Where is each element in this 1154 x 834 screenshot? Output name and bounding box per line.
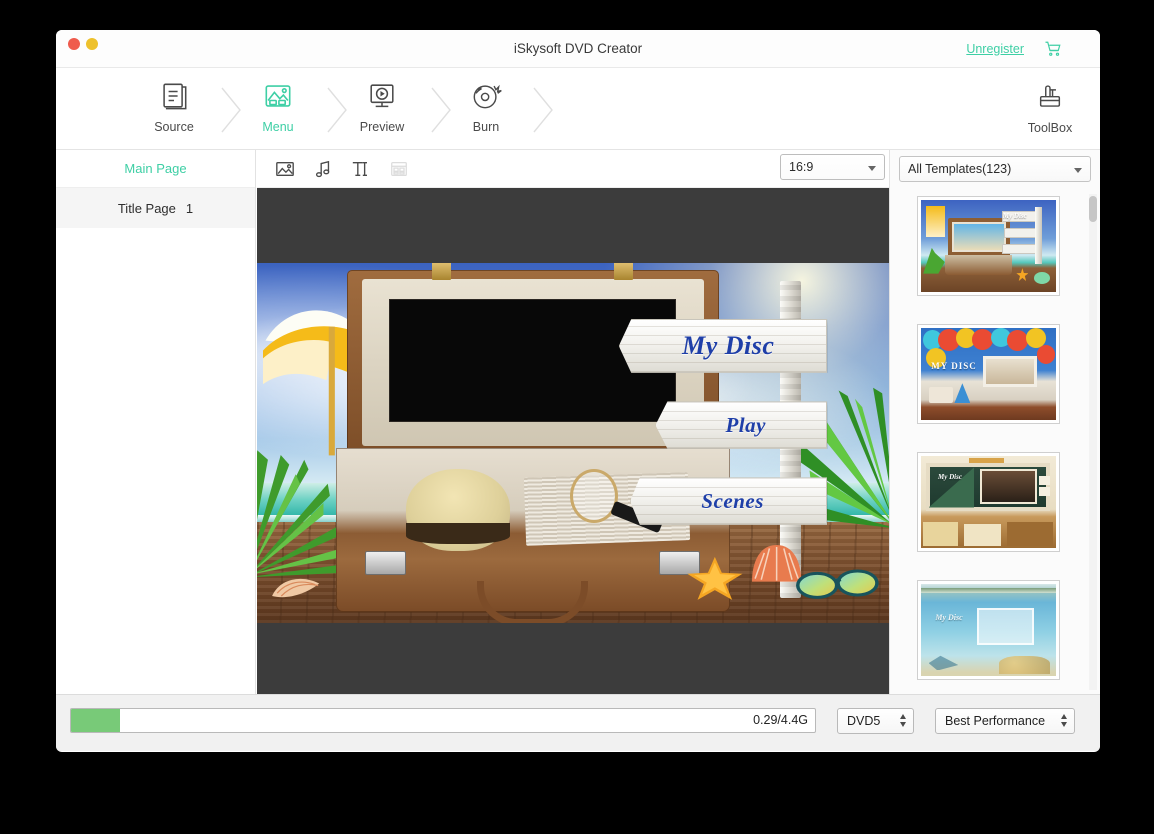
sidebar-item-menu[interactable]: Menu <box>230 76 326 144</box>
hat-band <box>406 523 510 544</box>
menu-button-play[interactable]: Play <box>655 401 827 449</box>
suitcase-clasp-right <box>614 263 633 280</box>
menu-preview-artwork[interactable]: My Disc Play Scenes <box>257 263 898 623</box>
sidebar-item-burn[interactable]: Burn <box>438 76 534 144</box>
list-item-template-beach[interactable]: My Disc <box>917 196 1060 296</box>
seashell-prop-large <box>751 544 802 584</box>
tab-main-page[interactable]: Main Page <box>56 150 255 188</box>
starfish-prop <box>686 555 744 602</box>
image-menu-icon <box>260 76 296 116</box>
sidebar-item-preview[interactable]: Preview <box>334 76 430 144</box>
template-scrollbar-track[interactable] <box>1089 194 1097 690</box>
page-list: Title Page 1 <box>56 188 255 228</box>
aspect-ratio-value: 16:9 <box>789 160 813 174</box>
quality-value: Best Performance <box>945 714 1045 728</box>
thumbnail-grid-icon <box>389 159 409 179</box>
list-item-template-underwater[interactable]: My Disc <box>917 580 1060 680</box>
thumbnail-label: My Disc <box>1003 212 1027 220</box>
thumbnail-label: MY DISC <box>931 361 976 371</box>
shopping-cart-icon[interactable] <box>1044 40 1062 58</box>
menu-button-my-disc[interactable]: My Disc <box>619 319 828 373</box>
step-label: Preview <box>360 120 404 134</box>
application-window: iSkysoft DVD Creator Unregister Source <box>56 30 1100 752</box>
aspect-ratio-select[interactable]: 16:9 <box>780 154 885 180</box>
edit-toolbar: 16:9 <box>257 150 898 188</box>
thumbnail-birthday-balloons: MY DISC <box>921 328 1056 420</box>
documents-icon <box>156 76 192 116</box>
sidebar-item-source[interactable]: Source <box>126 76 222 144</box>
page-item-label: Title Page <box>118 201 176 216</box>
toolbox-label: ToolBox <box>1028 121 1072 135</box>
chevron-down-icon <box>1074 168 1082 173</box>
page-item-number: 1 <box>186 201 193 216</box>
text-edit-icon[interactable] <box>351 159 371 179</box>
menu-play-text: Play <box>656 413 826 438</box>
thumbnail-beach-suitcase: My Disc <box>921 200 1056 292</box>
suitcase-handle <box>477 581 589 623</box>
chevron-down-icon <box>868 166 876 171</box>
list-item-title-page[interactable]: Title Page 1 <box>56 188 255 228</box>
list-item-template-classroom[interactable]: My Disc <box>917 452 1060 552</box>
thumbnail-classroom-blackboard: My Disc <box>921 456 1056 548</box>
template-scroll-area[interactable]: My Disc <box>890 190 1100 694</box>
template-scrollbar-thumb[interactable] <box>1089 196 1097 222</box>
stepper-arrows-icon <box>900 714 906 727</box>
step-label: Menu <box>262 120 293 134</box>
sunglasses-prop <box>795 565 878 601</box>
menu-canvas[interactable]: My Disc Play Scenes <box>257 188 898 694</box>
suitcase-latch-left <box>365 551 406 575</box>
stepper-arrows-icon <box>1061 714 1067 727</box>
menu-scenes-text: Scenes <box>631 489 826 514</box>
toolbox-icon <box>1033 78 1067 117</box>
thumbnail-label: My Disc <box>938 473 962 481</box>
step-navigation: Source Menu <box>56 68 1100 150</box>
page-sidebar: Main Page Title Page 1 <box>56 150 256 694</box>
template-panel: All Templates(123) <box>889 150 1100 694</box>
disc-capacity-bar[interactable]: 0.29/4.4G <box>70 708 816 733</box>
main-body: Main Page Title Page 1 <box>56 150 1100 694</box>
list-item-template-birthday[interactable]: MY DISC <box>917 324 1060 424</box>
menu-title-text: My Disc <box>620 331 827 361</box>
suitcase-clasp-left <box>432 263 451 280</box>
background-music-icon[interactable] <box>313 159 333 179</box>
disc-type-value: DVD5 <box>847 714 880 728</box>
seashell-prop-small <box>270 573 321 602</box>
disc-burn-icon <box>468 76 504 116</box>
editor-column: 16:9 <box>257 150 898 694</box>
quality-select[interactable]: Best Performance <box>935 708 1075 734</box>
title-bar: iSkysoft DVD Creator Unregister <box>56 30 1100 68</box>
template-list: My Disc <box>890 190 1086 694</box>
unregister-link[interactable]: Unregister <box>966 42 1024 56</box>
thumbnail-label: My Disc <box>935 613 962 622</box>
disc-capacity-text: 0.29/4.4G <box>753 713 808 727</box>
template-filter-select[interactable]: All Templates(123) <box>899 156 1091 182</box>
disc-type-select[interactable]: DVD5 <box>837 708 914 734</box>
magnifying-glass-prop <box>570 469 618 524</box>
step-label: Source <box>154 120 194 134</box>
toolbox-button[interactable]: ToolBox <box>1008 78 1092 144</box>
background-image-icon[interactable] <box>275 159 295 179</box>
thumbnail-underwater-ocean: My Disc <box>921 584 1056 676</box>
menu-button-scenes[interactable]: Scenes <box>630 477 827 525</box>
play-monitor-icon <box>364 76 400 116</box>
template-filter-value: All Templates(123) <box>908 162 1011 176</box>
step-label: Burn <box>473 120 499 134</box>
window-title: iSkysoft DVD Creator <box>56 41 1100 56</box>
status-bar: 0.29/4.4G DVD5 Best Performance <box>56 694 1100 751</box>
disc-capacity-fill <box>71 709 120 732</box>
